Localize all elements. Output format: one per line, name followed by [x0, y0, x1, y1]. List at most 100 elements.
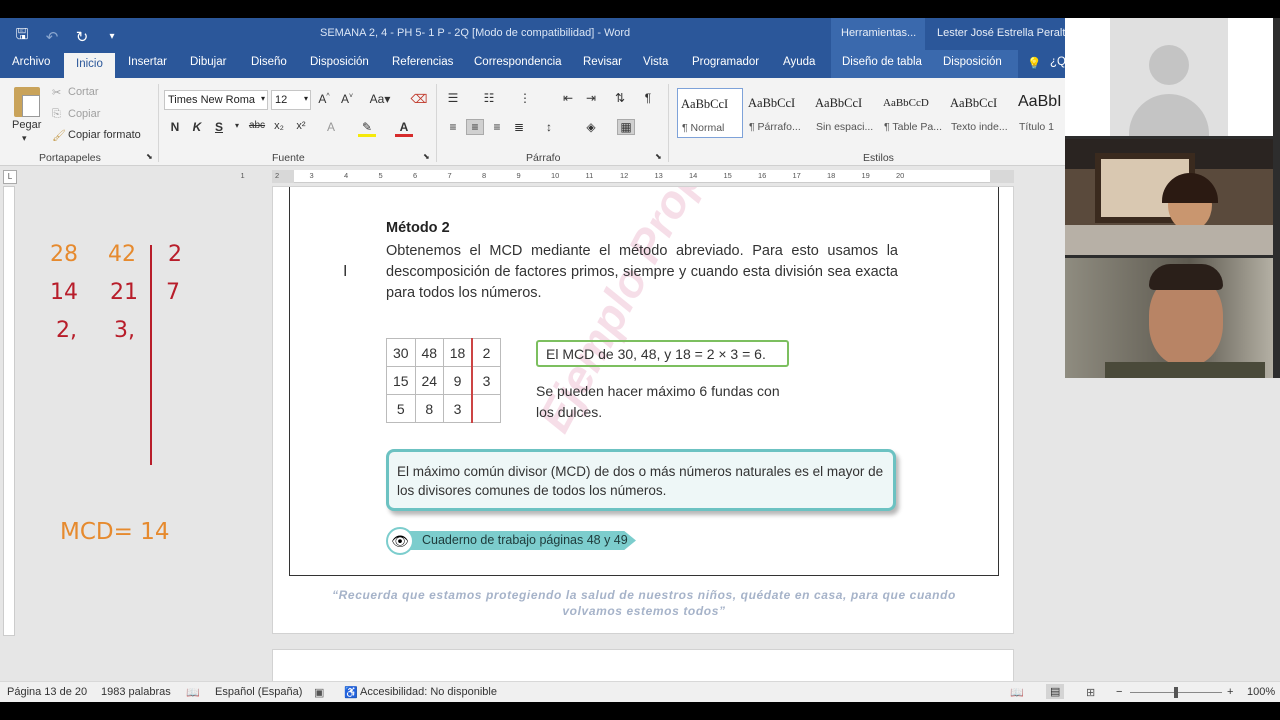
align-left-icon[interactable]: ≡ — [444, 120, 462, 134]
page-count[interactable]: Página 13 de 20 — [7, 686, 87, 698]
bullets-icon[interactable]: ☰ — [444, 91, 462, 105]
sort-icon[interactable]: ⇅ — [611, 91, 629, 105]
tab-diseno-de-tabla[interactable]: Diseño de tabla — [842, 56, 922, 68]
font-size-combo[interactable]: 12 ▾ — [271, 90, 311, 110]
paste-dropdown-icon[interactable]: ▾ — [22, 133, 27, 144]
accessibility-icon[interactable]: ♿ — [344, 686, 358, 699]
grow-font-icon[interactable]: A^ — [315, 92, 333, 106]
user-name[interactable]: Lester José Estrella Peralta — [937, 27, 1072, 39]
table-cell: 8 — [414, 394, 444, 423]
cut-button[interactable]: Cortar — [68, 86, 99, 98]
clear-formatting-icon[interactable]: ⌫ — [410, 92, 428, 106]
copy-button[interactable]: Copiar — [68, 108, 100, 120]
table-cell: 3 — [443, 394, 473, 423]
ruler-tick-label: 19 — [861, 171, 870, 180]
style-sin-espaciado[interactable]: AaBbCcI Sin espaci... — [812, 88, 878, 138]
bold-button[interactable]: N — [166, 120, 184, 134]
video-tile-teacher[interactable] — [1065, 258, 1273, 378]
ruler-tick-label: 14 — [689, 171, 698, 180]
tell-me-search[interactable]: ¿Q — [1050, 56, 1066, 68]
tab-archivo[interactable]: Archivo — [12, 56, 50, 68]
numbering-icon[interactable]: ☷ — [480, 91, 498, 105]
web-layout-icon[interactable]: ⊞ — [1086, 686, 1095, 699]
subscript-button[interactable]: x₂ — [270, 120, 288, 132]
multilevel-list-icon[interactable]: ⋮ — [516, 91, 534, 105]
format-painter-icon[interactable]: 🖌 — [52, 129, 66, 142]
strikethrough-button[interactable]: abc — [246, 120, 268, 131]
zoom-level[interactable]: 100% — [1247, 686, 1275, 698]
align-center-icon[interactable]: ≡ — [466, 119, 484, 135]
clipboard-launcher-icon[interactable]: ⬊ — [146, 152, 153, 161]
increase-indent-icon[interactable]: ⇥ — [582, 91, 600, 105]
zoom-slider-thumb[interactable] — [1174, 687, 1178, 698]
font-color-icon[interactable]: A — [395, 120, 413, 137]
lightbulb-icon[interactable]: 💡 — [1027, 56, 1041, 70]
document-title: SEMANA 2, 4 - PH 5- 1 P - 2Q [Modo de co… — [320, 27, 631, 39]
paragraph-launcher-icon[interactable]: ⬊ — [655, 152, 662, 161]
line-spacing-icon[interactable]: ↕ — [540, 120, 558, 134]
style-normal[interactable]: AaBbCcI ¶ Normal — [677, 88, 743, 138]
video-tile-placeholder[interactable] — [1065, 18, 1273, 136]
accessibility-status[interactable]: Accesibilidad: No disponible — [360, 686, 497, 698]
tab-disposicion-tabla[interactable]: Disposición — [943, 56, 1002, 68]
document-page[interactable]: Ejemplo Propiedad Método 2 Obtenemos el … — [272, 186, 1014, 634]
horizontal-ruler[interactable]: 1 2 3 4 5 6 7 8 9 10 11 12 13 14 15 16 17 18 19 20 — [241, 170, 1014, 183]
show-formatting-icon[interactable]: ¶ — [639, 91, 657, 105]
undo-icon[interactable]: ↶ — [44, 28, 60, 46]
quick-access-toolbar: 🖫 ↶ ↻ ▾ — [14, 24, 120, 49]
customize-qat-icon[interactable]: ▾ — [104, 31, 120, 42]
shading-icon[interactable]: ◈ — [582, 120, 600, 134]
style-texto-independiente[interactable]: AaBbCcI Texto inde... — [947, 88, 1013, 138]
vertical-ruler[interactable] — [3, 186, 15, 636]
align-right-icon[interactable]: ≡ — [488, 120, 506, 134]
highlight-icon[interactable]: ✎ — [358, 120, 376, 137]
save-icon[interactable]: 🖫 — [14, 24, 30, 49]
text-effects-icon[interactable]: A — [322, 120, 340, 134]
tab-correspondencia[interactable]: Correspondencia — [474, 56, 562, 68]
paste-button[interactable]: Pegar — [12, 119, 41, 131]
style-titulo-1[interactable]: AaBbI Título 1 — [1015, 88, 1065, 138]
print-layout-icon[interactable]: ▤ — [1046, 684, 1065, 699]
font-name-combo[interactable]: Times New Roma ▾ — [164, 90, 268, 110]
tab-diseno[interactable]: Diseño — [251, 56, 287, 68]
format-painter-button[interactable]: Copiar formato — [68, 129, 141, 141]
read-mode-icon[interactable]: 📖 — [1010, 686, 1024, 699]
tab-referencias[interactable]: Referencias — [392, 56, 453, 68]
tab-insertar[interactable]: Insertar — [128, 56, 167, 68]
macro-icon[interactable]: ▣ — [314, 686, 324, 699]
italic-button[interactable]: K — [188, 120, 206, 134]
superscript-button[interactable]: x² — [292, 120, 310, 132]
underline-button[interactable]: S — [210, 120, 228, 134]
zoom-out-icon[interactable]: − — [1116, 686, 1122, 698]
video-tile-student[interactable] — [1065, 139, 1273, 255]
proofing-icon[interactable]: 📖 — [186, 686, 200, 699]
borders-icon[interactable]: ▦ — [617, 119, 635, 135]
decrease-indent-icon[interactable]: ⇤ — [559, 91, 577, 105]
language[interactable]: Español (España) — [215, 686, 302, 698]
tab-selector[interactable]: L — [3, 170, 17, 184]
change-case-icon[interactable]: Aa▾ — [366, 92, 394, 106]
tab-disposicion[interactable]: Disposición — [310, 56, 369, 68]
tab-revisar[interactable]: Revisar — [583, 56, 622, 68]
tab-inicio[interactable]: Inicio — [64, 53, 115, 78]
word-count[interactable]: 1983 palabras — [101, 686, 171, 698]
style-parrafo[interactable]: AaBbCcI ¶ Párrafo... — [745, 88, 811, 138]
font-launcher-icon[interactable]: ⬊ — [423, 152, 430, 161]
chevron-down-icon[interactable]: ▾ — [304, 94, 308, 103]
tab-vista[interactable]: Vista — [643, 56, 668, 68]
underline-dropdown-icon[interactable]: ▾ — [228, 121, 246, 130]
redo-icon[interactable]: ↻ — [74, 28, 90, 46]
justify-icon[interactable]: ≣ — [510, 120, 528, 134]
hw-mcd-result: MCD= 14 — [60, 519, 170, 545]
tab-programador[interactable]: Programador — [692, 56, 759, 68]
tab-dibujar[interactable]: Dibujar — [190, 56, 226, 68]
shrink-font-icon[interactable]: A˅ — [338, 92, 356, 106]
style-sample: AaBbCcI — [681, 97, 729, 111]
style-table-paragraph[interactable]: AaBbCcD ¶ Table Pa... — [880, 88, 946, 138]
chevron-down-icon[interactable]: ▾ — [261, 94, 265, 103]
copy-icon[interactable]: ⎘ — [52, 108, 61, 121]
tab-ayuda[interactable]: Ayuda — [783, 56, 815, 68]
paste-icon[interactable] — [14, 87, 40, 117]
zoom-in-icon[interactable]: + — [1227, 686, 1233, 698]
cut-icon[interactable]: ✂ — [52, 86, 61, 99]
